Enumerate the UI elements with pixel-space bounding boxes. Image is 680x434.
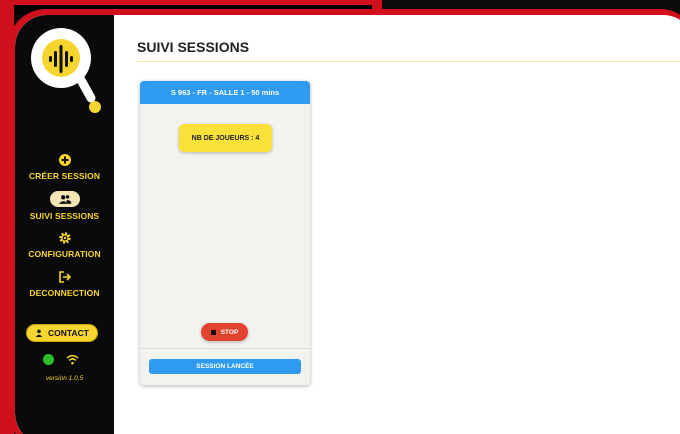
users-icon (58, 194, 71, 204)
stop-button[interactable]: STOP (201, 323, 248, 341)
players-count-badge: NB DE JOUEURS : 4 (179, 124, 272, 152)
status-indicators (43, 354, 79, 365)
version-label: version 1.0.5 (45, 375, 84, 382)
sidebar-item-configuration[interactable]: CONFIGURATION (15, 231, 114, 259)
online-status-icon (43, 354, 54, 365)
sidebar-item-label: SUIVI SESSIONS (29, 211, 100, 221)
session-card: S 963 - FR - SALLE 1 - 50 mins NB DE JOU… (140, 81, 310, 385)
sidebar: CRÉER SESSION SUIVI SESSIONS CONFIGURATI… (15, 15, 114, 434)
contact-button[interactable]: CONTACT (26, 324, 98, 342)
app-window: CRÉER SESSION SUIVI SESSIONS CONFIGURATI… (15, 15, 680, 434)
page-title: SUIVI SESSIONS (137, 39, 250, 55)
wifi-icon (66, 354, 79, 365)
stop-icon (210, 329, 216, 335)
gear-icon (58, 232, 71, 244)
plus-circle-icon (58, 154, 71, 166)
background-stripe (0, 0, 372, 5)
sidebar-item-suivi-sessions[interactable]: SUIVI SESSIONS (15, 191, 114, 221)
sidebar-item-creer-session[interactable]: CRÉER SESSION (15, 153, 114, 181)
sidebar-item-label: CONFIGURATION (28, 249, 101, 259)
stop-label: STOP (220, 328, 239, 336)
contact-label: CONTACT (48, 328, 89, 338)
app-logo (31, 28, 101, 113)
active-indicator (49, 191, 80, 207)
user-icon (35, 329, 43, 337)
sidebar-item-label: DECONNECTION (29, 288, 100, 298)
session-status-button[interactable]: SESSION LANCÉE (149, 359, 301, 374)
logout-icon (58, 271, 71, 283)
title-underline (137, 61, 680, 62)
sidebar-item-deconnection[interactable]: DECONNECTION (15, 270, 114, 298)
sidebar-item-label: CRÉER SESSION (28, 171, 101, 181)
divider (140, 348, 310, 349)
session-card-header: S 963 - FR - SALLE 1 - 50 mins (140, 81, 310, 104)
